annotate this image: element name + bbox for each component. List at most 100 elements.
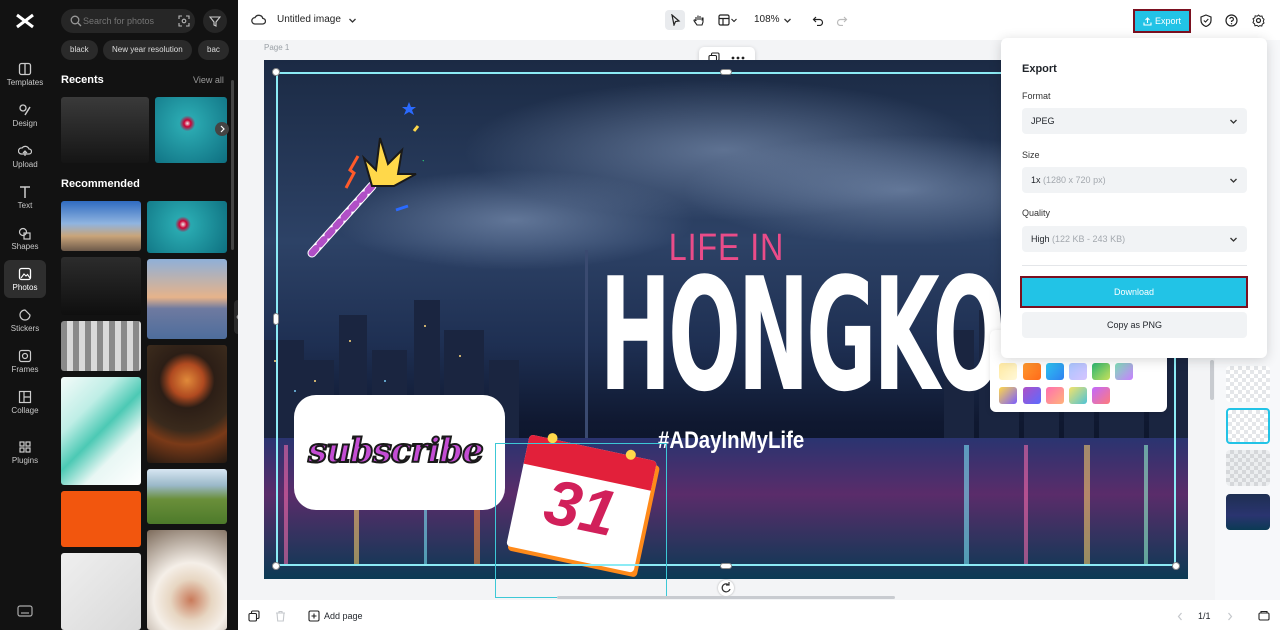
photos-panel: black New year resolution bac Recents Vi… bbox=[50, 0, 238, 630]
rotate-handle[interactable] bbox=[718, 580, 734, 596]
sidebar-item-photos[interactable]: Photos bbox=[4, 260, 46, 298]
color-swatch[interactable] bbox=[1046, 363, 1064, 380]
sidebar-item-frames[interactable]: Frames bbox=[4, 342, 46, 380]
zoom-level[interactable]: 108% bbox=[754, 14, 780, 25]
photo-thumbnail[interactable] bbox=[147, 259, 227, 339]
recent-photo[interactable] bbox=[61, 97, 149, 163]
sidebar-item-design[interactable]: Design bbox=[4, 96, 46, 134]
chevron-down-icon[interactable] bbox=[348, 16, 357, 25]
layer-thumbnail[interactable] bbox=[1226, 494, 1270, 530]
resize-handle[interactable] bbox=[720, 69, 732, 75]
color-swatch[interactable] bbox=[1092, 363, 1110, 380]
photo-thumbnail[interactable] bbox=[147, 530, 227, 630]
undo-icon[interactable] bbox=[812, 14, 824, 26]
design-icon bbox=[19, 104, 31, 116]
layer-thumbnail-selected[interactable] bbox=[1226, 408, 1270, 444]
tag-chip[interactable]: black bbox=[61, 40, 98, 60]
layer-thumbnail[interactable] bbox=[1226, 450, 1270, 486]
sidebar-item-stickers[interactable]: Stickers bbox=[4, 301, 46, 339]
cloud-save-icon[interactable] bbox=[251, 13, 266, 26]
hand-tool-button[interactable] bbox=[689, 10, 709, 30]
recents-title: Recents bbox=[61, 74, 104, 86]
recommended-title: Recommended bbox=[61, 178, 140, 190]
resize-handle[interactable] bbox=[272, 562, 280, 570]
export-icon bbox=[1143, 16, 1152, 26]
redo-icon[interactable] bbox=[836, 14, 848, 26]
resize-handle[interactable] bbox=[273, 313, 279, 325]
view-all-link[interactable]: View all bbox=[193, 75, 224, 85]
tag-chip[interactable]: New year resolution bbox=[103, 40, 192, 60]
calendar-selection-outline bbox=[495, 443, 667, 598]
export-divider bbox=[1022, 265, 1247, 266]
sidebar-item-upload[interactable]: Upload bbox=[4, 137, 46, 175]
chevron-left-icon[interactable] bbox=[1176, 612, 1184, 621]
sidebar-item-label: Plugins bbox=[11, 456, 39, 465]
resize-handle[interactable] bbox=[272, 68, 280, 76]
add-page-icon bbox=[308, 610, 320, 622]
filter-button[interactable] bbox=[203, 9, 227, 33]
select-tool-button[interactable] bbox=[665, 10, 685, 30]
color-swatch[interactable] bbox=[1115, 363, 1133, 380]
sidebar-item-text[interactable]: Text bbox=[4, 178, 46, 216]
help-icon[interactable] bbox=[1225, 14, 1238, 27]
color-swatch[interactable] bbox=[1069, 363, 1087, 380]
top-toolbar: Untitled image 108% Export bbox=[238, 0, 1280, 40]
settings-icon[interactable] bbox=[1252, 14, 1265, 27]
layer-thumbnail[interactable] bbox=[1226, 366, 1270, 402]
add-page-label: Add page bbox=[324, 611, 363, 621]
quality-select[interactable]: High (122 KB - 243 KB) bbox=[1022, 226, 1247, 252]
pages-panel-icon[interactable] bbox=[1258, 609, 1270, 621]
panel-scrollbar[interactable] bbox=[231, 80, 234, 250]
photo-thumbnail[interactable] bbox=[61, 201, 141, 251]
color-swatch[interactable] bbox=[1092, 387, 1110, 404]
resize-handle[interactable] bbox=[1172, 562, 1180, 570]
format-select[interactable]: JPEG bbox=[1022, 108, 1247, 134]
strip-scrollbar[interactable] bbox=[1210, 360, 1214, 400]
download-button-label: Download bbox=[1113, 287, 1155, 297]
color-swatch[interactable] bbox=[1046, 387, 1064, 404]
chevron-right-icon[interactable] bbox=[1226, 612, 1234, 621]
quality-value: High bbox=[1031, 234, 1050, 244]
filter-icon bbox=[209, 16, 221, 27]
copy-as-png-button[interactable]: Copy as PNG bbox=[1022, 312, 1247, 338]
layout-tool-button[interactable] bbox=[715, 10, 741, 30]
photo-thumbnail[interactable] bbox=[147, 345, 227, 463]
horizontal-scrollbar[interactable] bbox=[557, 596, 895, 599]
color-swatch[interactable] bbox=[1023, 363, 1041, 380]
photo-thumbnail[interactable] bbox=[61, 553, 141, 630]
color-swatch[interactable] bbox=[999, 363, 1017, 380]
sidebar-item-label: Text bbox=[17, 201, 33, 210]
search-input[interactable] bbox=[83, 13, 167, 29]
doc-title[interactable]: Untitled image bbox=[277, 14, 341, 25]
photos-icon bbox=[18, 267, 32, 281]
sidebar-item-templates[interactable]: Templates bbox=[4, 55, 46, 93]
export-button[interactable]: Export bbox=[1133, 9, 1191, 33]
photo-thumbnail[interactable] bbox=[61, 257, 141, 315]
photo-thumbnail[interactable] bbox=[61, 491, 141, 547]
tag-chip[interactable]: bac bbox=[198, 40, 229, 60]
photo-thumbnail[interactable] bbox=[61, 321, 141, 371]
add-page-button[interactable]: Add page bbox=[308, 609, 363, 623]
shield-icon[interactable] bbox=[1200, 14, 1212, 27]
color-swatch[interactable] bbox=[1069, 387, 1087, 404]
sidebar-item-label: Collage bbox=[11, 406, 39, 415]
sidebar-item-collage[interactable]: Collage bbox=[4, 383, 46, 421]
size-select[interactable]: 1x (1280 x 720 px) bbox=[1022, 167, 1247, 193]
resize-handle[interactable] bbox=[720, 563, 732, 569]
photo-thumbnail[interactable] bbox=[147, 201, 227, 253]
photo-thumbnail[interactable] bbox=[61, 377, 141, 485]
sidebar-item-shapes[interactable]: Shapes bbox=[4, 219, 46, 257]
trash-icon[interactable] bbox=[275, 610, 286, 622]
carousel-next-button[interactable] bbox=[215, 122, 229, 136]
color-swatch[interactable] bbox=[999, 387, 1017, 404]
app-logo[interactable] bbox=[14, 10, 36, 32]
chevron-down-icon[interactable] bbox=[783, 16, 792, 25]
download-button[interactable]: Download bbox=[1020, 276, 1248, 308]
image-search-icon[interactable] bbox=[178, 15, 190, 27]
color-swatch[interactable] bbox=[1023, 387, 1041, 404]
sidebar-item-plugins[interactable]: Plugins bbox=[4, 433, 46, 471]
search-box[interactable] bbox=[61, 9, 195, 33]
photo-thumbnail[interactable] bbox=[147, 469, 227, 524]
keyboard-shortcuts-icon[interactable] bbox=[17, 604, 33, 617]
layers-icon[interactable] bbox=[248, 610, 260, 622]
